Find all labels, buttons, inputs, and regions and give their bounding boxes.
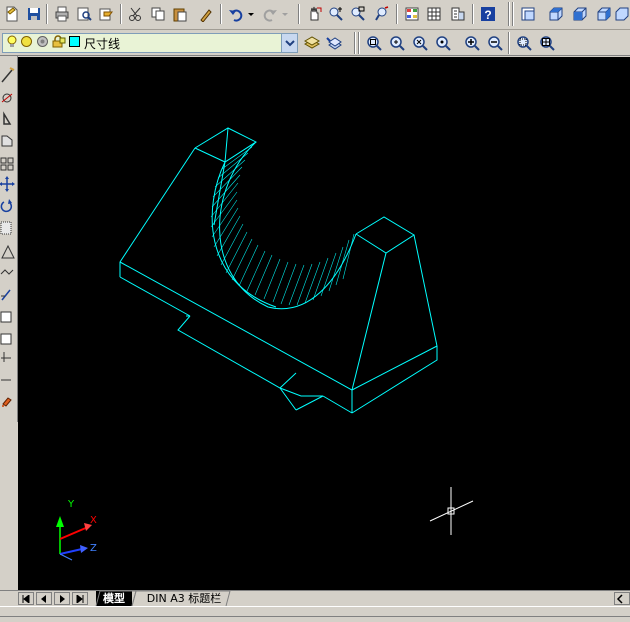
current-layer-name: 尺寸线 <box>84 36 121 51</box>
last-icon <box>76 594 84 603</box>
zoom-all-icon[interactable] <box>514 33 534 53</box>
layer-dropdown-button[interactable] <box>281 34 297 52</box>
color-swatch-icon[interactable] <box>69 36 80 50</box>
zoom-out-icon[interactable] <box>485 33 505 53</box>
tab-outlines <box>95 591 231 606</box>
undo-icon[interactable] <box>226 4 246 24</box>
ucs-icon <box>56 516 92 561</box>
draw-toolbar <box>0 56 18 422</box>
layer-previous-icon[interactable] <box>324 33 344 53</box>
zoom-center-icon[interactable] <box>433 33 453 53</box>
first-icon <box>22 594 30 603</box>
save-icon[interactable] <box>24 4 44 24</box>
zoom-window-icon[interactable] <box>364 33 384 53</box>
redo-dropdown-icon[interactable] <box>280 4 290 24</box>
layer-manager-icon[interactable] <box>302 33 322 53</box>
print-icon[interactable] <box>52 4 72 24</box>
next-tab-button[interactable] <box>54 592 70 605</box>
make-block-icon[interactable] <box>1 352 11 362</box>
zoom-scale-icon[interactable] <box>410 33 430 53</box>
standard-toolbar: ? <box>0 0 630 30</box>
bearing-block-wireframe <box>119 127 438 414</box>
cylinder-hatch <box>210 141 355 306</box>
construction-line-icon[interactable] <box>1 93 13 103</box>
right-view-icon[interactable] <box>594 4 614 24</box>
rectangle-icon[interactable] <box>0 157 14 171</box>
ellipse-icon[interactable] <box>1 289 11 301</box>
line-icon[interactable] <box>1 67 15 83</box>
chevron-right-icon <box>616 594 623 604</box>
drawing-canvas[interactable]: Y X Z <box>18 57 630 590</box>
on-bulb-icon[interactable] <box>7 35 17 52</box>
view-extra-icon[interactable] <box>614 4 630 24</box>
cut-icon[interactable] <box>126 4 146 24</box>
copy-icon[interactable] <box>148 4 168 24</box>
chevron-down-icon <box>284 40 295 47</box>
layout-tabs-bar: 模型 DIN A3 标题栏 <box>0 590 630 606</box>
insert-block-icon[interactable] <box>0 333 12 345</box>
print-preview-icon[interactable] <box>74 4 94 24</box>
prev-icon <box>41 594 46 603</box>
match-properties-icon[interactable] <box>196 4 216 24</box>
viewport-freeze-icon[interactable] <box>36 35 49 51</box>
undo-dropdown-icon[interactable] <box>246 4 256 24</box>
crosshair-cursor <box>429 487 474 535</box>
help-icon[interactable]: ? <box>478 4 498 24</box>
last-tab-button[interactable] <box>72 592 88 605</box>
prev-tab-button[interactable] <box>36 592 52 605</box>
circle-icon[interactable] <box>0 221 12 235</box>
zoom-dynamic-icon[interactable] <box>387 33 407 53</box>
top-view-icon[interactable] <box>546 4 566 24</box>
first-tab-button[interactable] <box>18 592 34 605</box>
pan-icon[interactable] <box>304 4 324 24</box>
scroll-right-button[interactable] <box>614 592 630 605</box>
zoom-previous-icon[interactable] <box>372 4 392 24</box>
svg-text:?: ? <box>484 8 491 22</box>
redo-icon[interactable] <box>260 4 280 24</box>
ellipse-arc-icon[interactable] <box>0 311 12 323</box>
lock-icon[interactable] <box>52 35 66 51</box>
named-views-icon[interactable] <box>518 4 538 24</box>
zoom-in-icon[interactable] <box>462 33 482 53</box>
polyline-icon[interactable] <box>3 111 12 125</box>
zoom-extents-icon[interactable] <box>537 33 557 53</box>
ucs-x-label: X <box>90 515 97 526</box>
move-icon[interactable] <box>0 176 15 192</box>
front-view-icon[interactable] <box>570 4 590 24</box>
zoom-realtime-icon[interactable] <box>326 4 346 24</box>
zoom-window-icon[interactable] <box>348 4 368 24</box>
paste-icon[interactable] <box>170 4 190 24</box>
next-icon <box>60 594 65 603</box>
freeze-sun-icon[interactable] <box>20 35 33 51</box>
design-center-icon[interactable] <box>424 4 444 24</box>
layer-combo[interactable]: 尺寸线 <box>2 33 298 53</box>
cad-drawing: Y X Z <box>56 127 474 561</box>
status-strip <box>0 606 630 622</box>
layer-toolbar: 尺寸线 <box>0 30 630 56</box>
tool-palettes-icon[interactable] <box>448 4 468 24</box>
ucs-z-label: Z <box>90 543 97 554</box>
revision-cloud-icon[interactable] <box>1 244 15 259</box>
hatch-icon[interactable] <box>2 397 12 407</box>
arc-icon[interactable] <box>0 199 13 213</box>
ucs-y-label: Y <box>67 499 75 510</box>
publish-icon[interactable] <box>96 4 116 24</box>
properties-icon[interactable] <box>402 4 422 24</box>
spline-icon[interactable] <box>0 269 14 275</box>
polygon-icon[interactable] <box>1 135 13 147</box>
new-icon[interactable] <box>2 4 22 24</box>
